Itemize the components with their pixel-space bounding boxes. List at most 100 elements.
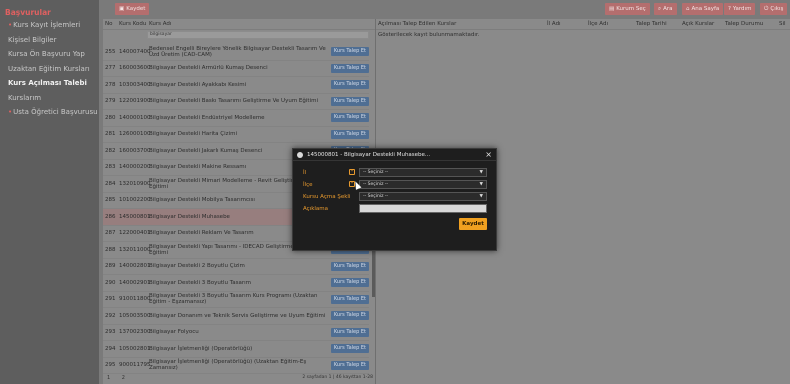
row-number: 295 — [105, 362, 116, 369]
table-row[interactable]: 294 105002801 Bilgisayar İşletmenliği (Ope… — [103, 341, 369, 358]
column-header-requested-courses[interactable]: Açılması Talep Edilen Kurslar — [378, 19, 456, 30]
table-row[interactable]: 290 140002901 Bilgisayar Destekli 3 Boyutl… — [103, 275, 369, 292]
aciklama-input[interactable] — [359, 204, 487, 213]
request-course-button[interactable]: Kurs Talep Et — [330, 327, 369, 337]
course-code: 105003500 — [119, 312, 151, 319]
ilce-label: İlçe — [303, 182, 313, 188]
request-course-button[interactable]: Kurs Talep Et — [330, 96, 369, 106]
course-name: Bilgisayar Destekli Ayakkabı Kesimi — [149, 81, 247, 88]
help-button[interactable]: ? Yardım — [724, 3, 756, 15]
request-course-button[interactable]: Kurs Talep Et — [330, 261, 369, 271]
request-course-button[interactable]: Kurs Talep Et — [330, 311, 369, 321]
table-row[interactable]: 292 105003500 Bilgisayar Donanım ve Teknik… — [103, 308, 369, 325]
course-name: Bilgisayar İşletmenliği (Operatörlüğü) — [149, 345, 253, 352]
course-name-filter-input[interactable]: bilgisayar — [147, 31, 369, 39]
request-course-button[interactable]: Kurs Talep Et — [330, 344, 369, 354]
acma-sekli-select[interactable]: -- Seçiniz -- ▼ — [359, 192, 487, 201]
dialog-save-button[interactable]: Kaydet — [459, 218, 487, 230]
page-link-1[interactable]: 1 — [107, 375, 110, 381]
course-code: 145000801 — [119, 213, 151, 220]
ilce-select[interactable]: -- Seçiniz -- ▼ — [359, 180, 487, 189]
table-row[interactable]: 281 126000100 Bilgisayar Destekli Harita Ç… — [103, 127, 369, 143]
request-course-button[interactable]: Kurs Talep Et — [330, 278, 369, 288]
column-header-il[interactable]: İl Adı — [547, 19, 561, 30]
course-name: Bedensel Engelli Bireylere Yönelik Bilgi… — [149, 45, 326, 58]
column-header-ilce[interactable]: İlçe Adı — [588, 19, 608, 30]
save-button[interactable]: ▣ Kaydet — [115, 3, 150, 15]
sidebar-item-label: Kurslarım — [8, 93, 42, 102]
course-code: 910011800 — [119, 296, 151, 303]
bullet-icon: • — [8, 108, 13, 116]
building-icon: ▤ — [609, 6, 615, 12]
course-list-header: No Kurs Kodu Kurs Adı — [103, 19, 375, 30]
chevron-down-icon: ▼ — [479, 194, 483, 199]
row-number: 291 — [105, 296, 116, 303]
course-name: Bilgisayar Destekli Harita Çizimi — [149, 131, 237, 138]
course-code: 140000100 — [119, 114, 151, 121]
request-course-button[interactable]: Kurs Talep Et — [330, 63, 369, 73]
course-code: 103003400 — [119, 81, 151, 88]
column-header-code[interactable]: Kurs Kodu — [119, 19, 149, 29]
table-row[interactable]: 280 140000100 Bilgisayar Destekli Endüstri… — [103, 110, 369, 127]
table-row[interactable]: 277 160003600 Bilgisayar Destekli Armürlü … — [103, 61, 369, 77]
row-number: 282 — [105, 147, 116, 154]
column-header-status[interactable]: Talep Durumu — [725, 19, 763, 30]
logo-icon — [297, 152, 303, 158]
dialog-title: 145000801 - Bilgisayar Destekli Muhasebe… — [307, 152, 431, 158]
table-row[interactable]: 289 140002801 Bilgisayar Destekli 2 Boyutl… — [103, 259, 369, 275]
sidebar-item-on-basvuru[interactable]: Kursa Ön Başvuru Yap — [0, 47, 99, 62]
home-button[interactable]: ⌂ Ana Sayfa — [682, 3, 724, 15]
sidebar-item-kisisel-bilgiler[interactable]: Kişisel Bilgiler — [0, 33, 99, 48]
page-link-2[interactable]: 2 — [122, 375, 125, 381]
course-code: 105002801 — [119, 345, 151, 352]
column-header-name[interactable]: Kurs Adı — [149, 19, 171, 29]
row-number: 281 — [105, 131, 116, 138]
toolbar: ▣ Kaydet ▤ Kurum Seç ⌕ Ara ⌂ Ana Sayfa ? Yard… — [99, 0, 790, 18]
sidebar-item-usta-ogretici[interactable]: •Usta Öğretici Başvurusu — [0, 105, 99, 120]
logout-button[interactable]: ⏻ Çıkış — [760, 3, 788, 15]
sidebar-item-label: Kursa Ön Başvuru Yap — [8, 50, 85, 58]
row-number: 287 — [105, 230, 116, 237]
column-header-date[interactable]: Talep Tarihi — [636, 19, 667, 30]
sidebar: Başvurular •Kurs Kayıt İşlemleri Kişisel… — [0, 0, 99, 384]
bullet-icon: • — [8, 21, 13, 29]
course-name: Bilgisayar İşletmenliği (Operatörlüğü) (… — [149, 359, 307, 372]
course-code: 122000401 — [119, 230, 151, 237]
chevron-down-icon: ▼ — [479, 182, 483, 187]
row-number: 277 — [105, 65, 116, 72]
row-number: 290 — [105, 279, 116, 286]
requests-header: Açılması Talep Edilen Kurslar İl Adı İlç… — [376, 19, 790, 30]
kurum-sec-button[interactable]: ▤ Kurum Seç — [605, 3, 650, 15]
sidebar-item-uzaktan-egitim[interactable]: Uzaktan Eğitim Kursları — [0, 62, 99, 77]
request-course-button[interactable]: Kurs Talep Et — [330, 360, 369, 370]
column-header-open-courses[interactable]: Açık Kurslar — [682, 19, 714, 30]
home-icon: ⌂ — [686, 6, 690, 12]
sidebar-item-label: Kişisel Bilgiler — [8, 35, 57, 44]
table-row[interactable]: 255 140007400 Bedensel Engelli Bireylere Y… — [103, 44, 369, 61]
acma-sekli-label: Kursu Açma Şekli — [303, 194, 351, 200]
table-row[interactable]: 291 910011800 Bilgisayar Destekli 3 Boyutl… — [103, 292, 369, 308]
request-course-button[interactable]: Kurs Talep Et — [330, 113, 369, 123]
request-course-button[interactable]: Kurs Talep Et — [330, 294, 369, 304]
sidebar-item-kurslarim[interactable]: Kurslarım — [0, 91, 99, 106]
search-button[interactable]: ⌕ Ara — [654, 3, 677, 15]
sidebar-item-kurs-kayit[interactable]: •Kurs Kayıt İşlemleri — [0, 18, 99, 33]
row-number: 294 — [105, 345, 116, 352]
sidebar-item-kurs-acilmasi[interactable]: Kurs Açılması Talebi — [0, 76, 99, 91]
course-code: 900011795 — [119, 362, 151, 369]
table-row[interactable]: 279 122001900 Bilgisayar Destekli Baskı Ta… — [103, 94, 369, 110]
chevron-down-icon: ▼ — [479, 170, 483, 175]
close-icon[interactable]: × — [485, 149, 492, 161]
course-code: 132011000 — [119, 246, 151, 253]
column-header-no[interactable]: No — [103, 19, 119, 29]
column-header-delete[interactable]: Sil — [779, 19, 786, 30]
table-row[interactable]: 278 103003400 Bilgisayar Destekli Ayakkabı… — [103, 77, 369, 94]
table-row[interactable]: 293 137002300 Bilgisayar Folyocu Kurs Talep… — [103, 325, 369, 341]
row-number: 292 — [105, 312, 116, 319]
help-icon: ? — [728, 6, 731, 12]
request-course-button[interactable]: Kurs Talep Et — [330, 47, 369, 57]
request-course-button[interactable]: Kurs Talep Et — [330, 129, 369, 139]
row-number: 289 — [105, 263, 116, 270]
request-course-button[interactable]: Kurs Talep Et — [330, 80, 369, 90]
il-select[interactable]: -- Seçiniz -- ▼ — [359, 168, 487, 177]
